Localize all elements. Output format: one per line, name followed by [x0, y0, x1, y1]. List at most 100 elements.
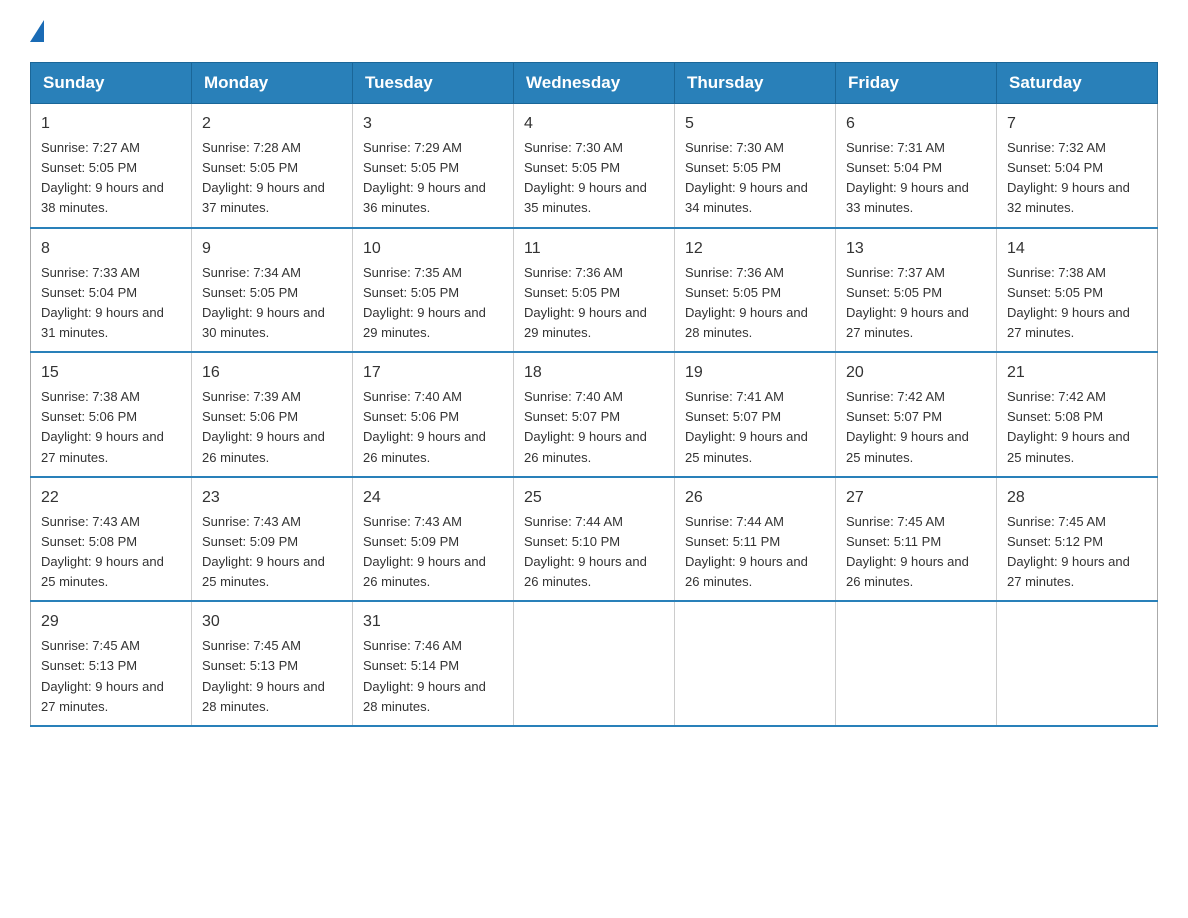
calendar-cell: 9Sunrise: 7:34 AMSunset: 5:05 PMDaylight…: [192, 228, 353, 353]
calendar-cell: 18 Sunrise: 7:40 AMSunset: 5:07 PMDayligh…: [514, 352, 675, 477]
day-number: 12: [685, 237, 825, 261]
day-number: 16: [202, 361, 342, 385]
day-number: 6: [846, 112, 986, 136]
day-info: Sunrise: 7:36 AMSunset: 5:05 PMDaylight:…: [685, 265, 808, 340]
day-number: 31: [363, 610, 503, 634]
day-number: 19: [685, 361, 825, 385]
day-info: Sunrise: 7:43 AMSunset: 5:08 PMDaylight:…: [41, 514, 164, 589]
day-number: 1: [41, 112, 181, 136]
calendar-cell: 1 Sunrise: 7:27 AMSunset: 5:05 PMDaylight…: [31, 104, 192, 228]
calendar-cell: 14 Sunrise: 7:38 AMSunset: 5:05 PMDayligh…: [997, 228, 1158, 353]
calendar-cell: 16Sunrise: 7:39 AMSunset: 5:06 PMDayligh…: [192, 352, 353, 477]
calendar-cell: 15 Sunrise: 7:38 AMSunset: 5:06 PMDayligh…: [31, 352, 192, 477]
day-number: 2: [202, 112, 342, 136]
calendar-cell: [675, 601, 836, 726]
day-header-tuesday: Tuesday: [353, 63, 514, 104]
day-info: Sunrise: 7:45 AMSunset: 5:13 PMDaylight:…: [41, 638, 164, 713]
calendar-cell: 10 Sunrise: 7:35 AMSunset: 5:05 PMDayligh…: [353, 228, 514, 353]
day-info: Sunrise: 7:41 AMSunset: 5:07 PMDaylight:…: [685, 389, 808, 464]
day-number: 28: [1007, 486, 1147, 510]
day-info: Sunrise: 7:30 AMSunset: 5:05 PMDaylight:…: [524, 140, 647, 215]
day-info: Sunrise: 7:42 AMSunset: 5:07 PMDaylight:…: [846, 389, 969, 464]
calendar-cell: 5Sunrise: 7:30 AMSunset: 5:05 PMDaylight…: [675, 104, 836, 228]
day-info: Sunrise: 7:38 AMSunset: 5:06 PMDaylight:…: [41, 389, 164, 464]
calendar-cell: 20 Sunrise: 7:42 AMSunset: 5:07 PMDayligh…: [836, 352, 997, 477]
day-info: Sunrise: 7:37 AMSunset: 5:05 PMDaylight:…: [846, 265, 969, 340]
calendar-header-row: SundayMondayTuesdayWednesdayThursdayFrid…: [31, 63, 1158, 104]
day-number: 10: [363, 237, 503, 261]
calendar-cell: 21Sunrise: 7:42 AMSunset: 5:08 PMDayligh…: [997, 352, 1158, 477]
calendar-cell: [836, 601, 997, 726]
calendar-table: SundayMondayTuesdayWednesdayThursdayFrid…: [30, 62, 1158, 727]
day-number: 20: [846, 361, 986, 385]
day-number: 29: [41, 610, 181, 634]
day-number: 7: [1007, 112, 1147, 136]
day-info: Sunrise: 7:43 AMSunset: 5:09 PMDaylight:…: [202, 514, 325, 589]
day-info: Sunrise: 7:40 AMSunset: 5:06 PMDaylight:…: [363, 389, 486, 464]
calendar-week-5: 29 Sunrise: 7:45 AMSunset: 5:13 PMDayligh…: [31, 601, 1158, 726]
calendar-cell: 22 Sunrise: 7:43 AMSunset: 5:08 PMDayligh…: [31, 477, 192, 602]
calendar-cell: 25 Sunrise: 7:44 AMSunset: 5:10 PMDayligh…: [514, 477, 675, 602]
calendar-cell: 17 Sunrise: 7:40 AMSunset: 5:06 PMDayligh…: [353, 352, 514, 477]
calendar-cell: 8Sunrise: 7:33 AMSunset: 5:04 PMDaylight…: [31, 228, 192, 353]
day-info: Sunrise: 7:43 AMSunset: 5:09 PMDaylight:…: [363, 514, 486, 589]
day-info: Sunrise: 7:45 AMSunset: 5:11 PMDaylight:…: [846, 514, 969, 589]
day-number: 23: [202, 486, 342, 510]
day-info: Sunrise: 7:46 AMSunset: 5:14 PMDaylight:…: [363, 638, 486, 713]
day-info: Sunrise: 7:38 AMSunset: 5:05 PMDaylight:…: [1007, 265, 1130, 340]
calendar-week-2: 8Sunrise: 7:33 AMSunset: 5:04 PMDaylight…: [31, 228, 1158, 353]
calendar-cell: 6 Sunrise: 7:31 AMSunset: 5:04 PMDaylight…: [836, 104, 997, 228]
day-number: 9: [202, 237, 342, 261]
calendar-cell: 7 Sunrise: 7:32 AMSunset: 5:04 PMDaylight…: [997, 104, 1158, 228]
day-info: Sunrise: 7:40 AMSunset: 5:07 PMDaylight:…: [524, 389, 647, 464]
day-info: Sunrise: 7:45 AMSunset: 5:12 PMDaylight:…: [1007, 514, 1130, 589]
day-info: Sunrise: 7:32 AMSunset: 5:04 PMDaylight:…: [1007, 140, 1130, 215]
day-header-monday: Monday: [192, 63, 353, 104]
calendar-cell: 26 Sunrise: 7:44 AMSunset: 5:11 PMDayligh…: [675, 477, 836, 602]
day-header-friday: Friday: [836, 63, 997, 104]
calendar-cell: [514, 601, 675, 726]
day-info: Sunrise: 7:30 AMSunset: 5:05 PMDaylight:…: [685, 140, 808, 215]
calendar-cell: 27Sunrise: 7:45 AMSunset: 5:11 PMDayligh…: [836, 477, 997, 602]
calendar-week-1: 1 Sunrise: 7:27 AMSunset: 5:05 PMDaylight…: [31, 104, 1158, 228]
calendar-cell: 13 Sunrise: 7:37 AMSunset: 5:05 PMDayligh…: [836, 228, 997, 353]
day-number: 26: [685, 486, 825, 510]
day-number: 3: [363, 112, 503, 136]
day-header-thursday: Thursday: [675, 63, 836, 104]
day-info: Sunrise: 7:44 AMSunset: 5:11 PMDaylight:…: [685, 514, 808, 589]
day-info: Sunrise: 7:28 AMSunset: 5:05 PMDaylight:…: [202, 140, 325, 215]
day-info: Sunrise: 7:29 AMSunset: 5:05 PMDaylight:…: [363, 140, 486, 215]
calendar-cell: 28 Sunrise: 7:45 AMSunset: 5:12 PMDayligh…: [997, 477, 1158, 602]
calendar-cell: 29 Sunrise: 7:45 AMSunset: 5:13 PMDayligh…: [31, 601, 192, 726]
day-info: Sunrise: 7:27 AMSunset: 5:05 PMDaylight:…: [41, 140, 164, 215]
calendar-cell: [997, 601, 1158, 726]
day-info: Sunrise: 7:45 AMSunset: 5:13 PMDaylight:…: [202, 638, 325, 713]
calendar-week-3: 15 Sunrise: 7:38 AMSunset: 5:06 PMDayligh…: [31, 352, 1158, 477]
calendar-cell: 4Sunrise: 7:30 AMSunset: 5:05 PMDaylight…: [514, 104, 675, 228]
day-info: Sunrise: 7:35 AMSunset: 5:05 PMDaylight:…: [363, 265, 486, 340]
calendar-cell: 3 Sunrise: 7:29 AMSunset: 5:05 PMDaylight…: [353, 104, 514, 228]
day-number: 24: [363, 486, 503, 510]
day-number: 11: [524, 237, 664, 261]
day-header-wednesday: Wednesday: [514, 63, 675, 104]
day-info: Sunrise: 7:36 AMSunset: 5:05 PMDaylight:…: [524, 265, 647, 340]
day-number: 17: [363, 361, 503, 385]
day-header-sunday: Sunday: [31, 63, 192, 104]
day-info: Sunrise: 7:31 AMSunset: 5:04 PMDaylight:…: [846, 140, 969, 215]
calendar-week-4: 22 Sunrise: 7:43 AMSunset: 5:08 PMDayligh…: [31, 477, 1158, 602]
day-info: Sunrise: 7:44 AMSunset: 5:10 PMDaylight:…: [524, 514, 647, 589]
day-header-saturday: Saturday: [997, 63, 1158, 104]
day-number: 18: [524, 361, 664, 385]
day-number: 25: [524, 486, 664, 510]
logo-triangle-icon: [30, 20, 44, 42]
day-number: 13: [846, 237, 986, 261]
logo-blue-text: [30, 20, 46, 42]
day-number: 22: [41, 486, 181, 510]
calendar-cell: 2 Sunrise: 7:28 AMSunset: 5:05 PMDaylight…: [192, 104, 353, 228]
day-number: 30: [202, 610, 342, 634]
day-number: 15: [41, 361, 181, 385]
day-number: 14: [1007, 237, 1147, 261]
day-info: Sunrise: 7:42 AMSunset: 5:08 PMDaylight:…: [1007, 389, 1130, 464]
calendar-cell: 19 Sunrise: 7:41 AMSunset: 5:07 PMDayligh…: [675, 352, 836, 477]
calendar-cell: 24 Sunrise: 7:43 AMSunset: 5:09 PMDayligh…: [353, 477, 514, 602]
